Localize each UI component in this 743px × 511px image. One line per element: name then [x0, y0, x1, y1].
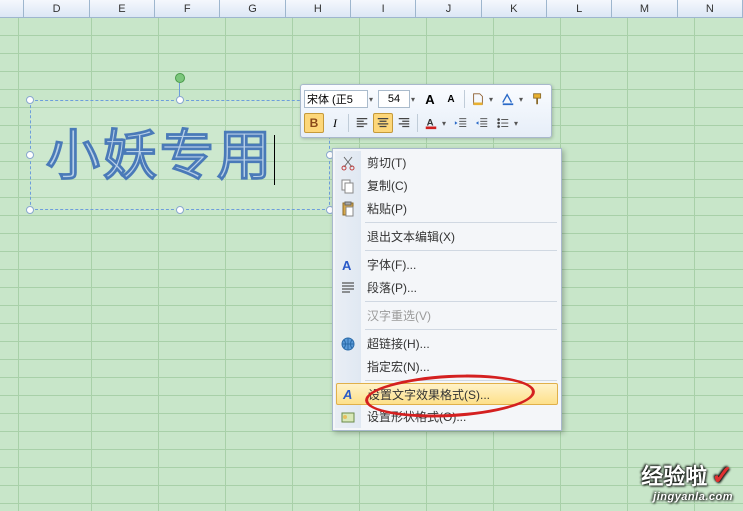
dropdown-icon[interactable]: ▾ — [519, 95, 527, 104]
rotate-handle[interactable] — [175, 73, 185, 83]
resize-handle-ml[interactable] — [26, 151, 34, 159]
menu-hyperlink[interactable]: 超链接(H)... — [335, 332, 559, 355]
col-header[interactable]: D — [24, 0, 89, 17]
menu-label: 剪切(T) — [367, 154, 406, 171]
text-cursor — [274, 135, 275, 185]
col-header[interactable]: K — [482, 0, 547, 17]
watermark-title: 经验啦 — [641, 459, 707, 491]
col-header[interactable]: E — [90, 0, 155, 17]
col-header[interactable]: M — [612, 0, 677, 17]
menu-label: 超链接(H)... — [367, 335, 430, 352]
resize-handle-tl[interactable] — [26, 96, 34, 104]
col-header[interactable]: L — [547, 0, 612, 17]
dropdown-icon[interactable]: ▾ — [489, 95, 497, 104]
menu-label: 设置形状格式(O)... — [367, 408, 466, 425]
watermark-sub: jingyanla.com — [641, 491, 733, 503]
bullets-button[interactable] — [493, 113, 513, 133]
menu-font[interactable]: A 字体(F)... — [335, 253, 559, 276]
menu-label: 字体(F)... — [367, 256, 416, 273]
bold-button[interactable]: B — [304, 113, 324, 133]
align-right-button[interactable] — [394, 113, 414, 133]
paragraph-icon — [339, 279, 357, 297]
menu-paragraph[interactable]: 段落(P)... — [335, 276, 559, 299]
menu-label: 复制(C) — [367, 177, 408, 194]
font-fill-button[interactable] — [468, 89, 488, 109]
paste-icon — [339, 200, 357, 218]
shrink-font-button[interactable]: A — [441, 89, 461, 109]
dropdown-icon[interactable]: ▾ — [411, 95, 419, 104]
checkmark-icon: ✓ — [711, 460, 733, 491]
hyperlink-icon — [339, 335, 357, 353]
resize-handle-bl[interactable] — [26, 206, 34, 214]
format-painter-button[interactable] — [528, 89, 548, 109]
cut-icon — [339, 154, 357, 172]
mini-toolbar: ▾ ▾ A A ▾ ▾ B I A▾ ▾ — [300, 84, 552, 138]
text-effects-icon: A — [341, 385, 359, 403]
menu-label: 粘贴(P) — [367, 200, 407, 217]
align-center-button[interactable] — [373, 113, 393, 133]
menu-paste[interactable]: 粘贴(P) — [335, 197, 559, 220]
font-icon: A — [339, 256, 357, 274]
menu-copy[interactable]: 复制(C) — [335, 174, 559, 197]
align-left-button[interactable] — [352, 113, 372, 133]
row-header-spacer — [0, 0, 24, 17]
copy-icon — [339, 177, 357, 195]
menu-cut[interactable]: 剪切(T) — [335, 151, 559, 174]
menu-assign-macro[interactable]: 指定宏(N)... — [335, 355, 559, 378]
wordart-text[interactable]: 小妖专用 — [31, 101, 329, 200]
menu-label: 汉字重选(V) — [367, 307, 431, 324]
column-headers: D E F G H I J K L M N — [0, 0, 743, 18]
col-header[interactable]: G — [220, 0, 285, 17]
menu-label: 指定宏(N)... — [367, 358, 430, 375]
menu-label: 设置文字效果格式(S)... — [368, 386, 490, 403]
font-color-button[interactable]: A — [421, 113, 441, 133]
menu-exit-text-edit[interactable]: 退出文本编辑(X) — [335, 225, 559, 248]
rotate-connector — [179, 83, 180, 97]
col-header[interactable]: N — [678, 0, 743, 17]
dropdown-icon[interactable]: ▾ — [369, 95, 377, 104]
col-header[interactable]: J — [416, 0, 481, 17]
font-name-select[interactable] — [304, 90, 368, 108]
col-header[interactable]: H — [286, 0, 351, 17]
watermark: 经验啦✓ jingyanla.com — [641, 459, 733, 503]
grow-font-button[interactable]: A — [420, 89, 440, 109]
dropdown-icon[interactable]: ▾ — [442, 119, 450, 128]
wordart-text-box[interactable]: 小妖专用 — [30, 100, 330, 210]
increase-indent-button[interactable] — [472, 113, 492, 133]
menu-text-effects-format[interactable]: A 设置文字效果格式(S)... — [336, 383, 558, 405]
decrease-indent-button[interactable] — [451, 113, 471, 133]
font-size-select[interactable] — [378, 90, 410, 108]
dropdown-icon[interactable]: ▾ — [514, 119, 522, 128]
italic-button[interactable]: I — [325, 113, 345, 133]
menu-label: 段落(P)... — [367, 279, 417, 296]
resize-handle-tm[interactable] — [176, 96, 184, 104]
menu-reconvert: 汉字重选(V) — [335, 304, 559, 327]
font-outline-button[interactable] — [498, 89, 518, 109]
shape-format-icon — [339, 408, 357, 426]
svg-text:A: A — [342, 258, 352, 273]
menu-label: 退出文本编辑(X) — [367, 228, 455, 245]
context-menu: 剪切(T) 复制(C) 粘贴(P) 退出文本编辑(X) A 字体(F)... 段… — [332, 148, 562, 431]
menu-shape-format[interactable]: 设置形状格式(O)... — [335, 405, 559, 428]
resize-handle-bm[interactable] — [176, 206, 184, 214]
col-header[interactable]: I — [351, 0, 416, 17]
svg-text:A: A — [342, 387, 352, 402]
col-header[interactable]: F — [155, 0, 220, 17]
